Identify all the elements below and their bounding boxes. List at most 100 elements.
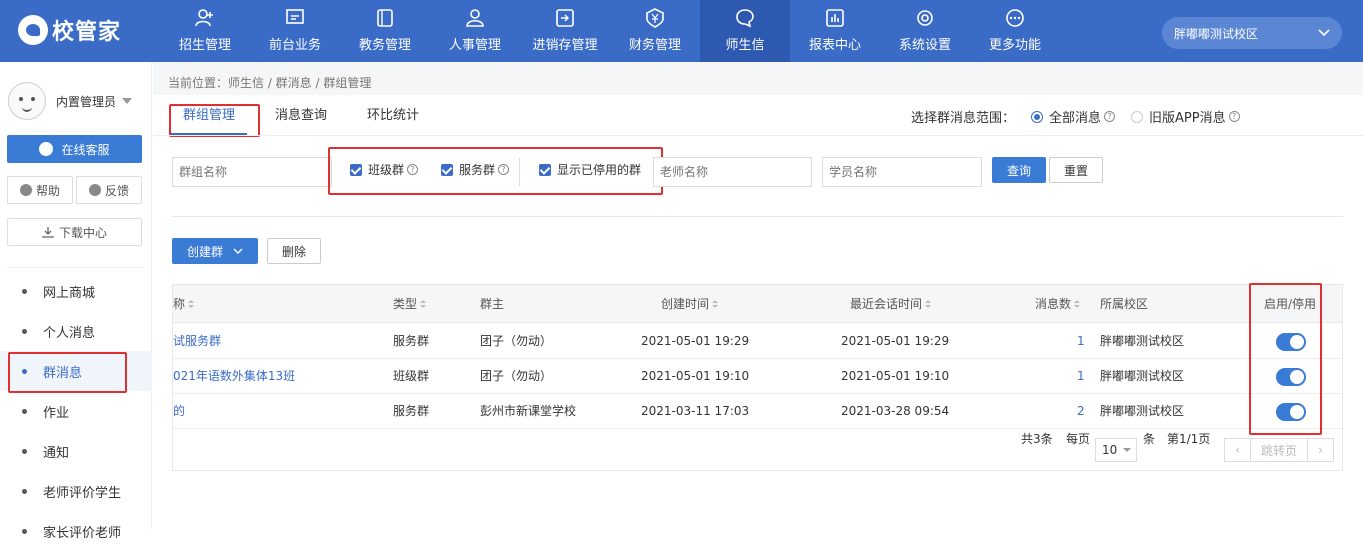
column-header-4[interactable]: 最近会话时间 <box>850 285 932 323</box>
teacher-name-input[interactable] <box>653 157 812 187</box>
radio-all-messages[interactable] <box>1031 110 1044 123</box>
chevron-down-icon <box>1318 29 1330 37</box>
column-header-1[interactable]: 类型 <box>393 285 427 323</box>
column-header-label: 最近会话时间 <box>850 297 923 311</box>
nav-item-2[interactable]: 教务管理 <box>340 0 430 62</box>
logo-mark-icon <box>18 15 48 45</box>
cell-last: 2021-05-01 19:29 <box>841 334 950 348</box>
create-group-button[interactable]: 创建群 <box>172 238 258 264</box>
feedback-label: 反馈 <box>104 183 129 198</box>
radio-old-app-messages[interactable] <box>1131 110 1144 123</box>
nav-item-label: 人事管理 <box>448 38 501 53</box>
sidebar-menu: 网上商城 个人消息 群消息 作业 通知 老师评价学生 家长评价老师 <box>0 271 152 551</box>
sidebar-item-label: 个人消息 <box>43 325 96 341</box>
feedback-button[interactable]: 反馈 <box>76 176 142 204</box>
create-group-label: 创建群 <box>186 244 223 259</box>
user-menu[interactable]: 内置管理员 <box>8 82 133 120</box>
column-header-5[interactable]: 消息数 <box>1035 285 1081 323</box>
cell-type: 服务群 <box>393 334 430 348</box>
message-scope: 选择群消息范围： 全部消息 ? 旧版APP消息 ? <box>911 107 1240 126</box>
nav-item-label: 更多功能 <box>988 38 1041 53</box>
nav-item-8[interactable]: 系统设置 <box>880 0 970 62</box>
sidebar-divider <box>7 267 142 268</box>
option-old-app-messages: 旧版APP消息 <box>1149 111 1226 126</box>
bullet-icon <box>22 328 27 334</box>
caret-down-icon <box>1123 448 1131 452</box>
cell-created: 2021-05-01 19:10 <box>641 369 750 383</box>
sort-icon <box>925 300 932 309</box>
column-header-2: 群主 <box>480 285 504 323</box>
cell-campus: 胖嘟嘟测试校区 <box>1100 404 1185 418</box>
yen-shield-icon <box>645 8 665 28</box>
next-page-icon[interactable]: › <box>1307 439 1333 461</box>
delete-button[interactable]: 删除 <box>267 238 321 264</box>
online-service-button[interactable]: 在线客服 <box>7 135 142 163</box>
nav-item-9[interactable]: 更多功能 <box>970 0 1060 62</box>
sidebar-item-6[interactable]: 家长评价老师 <box>0 511 152 551</box>
per-page-select[interactable]: 10 <box>1095 438 1137 462</box>
column-header-3[interactable]: 创建时间 <box>661 285 719 323</box>
cell-count[interactable]: 1 <box>1077 359 1089 394</box>
student-name-input[interactable] <box>822 157 982 187</box>
gear-icon <box>915 8 935 28</box>
cell-name[interactable]: 的 <box>173 394 343 429</box>
app-logo[interactable]: 校管家 <box>18 14 121 46</box>
nav-item-5[interactable]: 财务管理 <box>610 0 700 62</box>
sidebar-item-label: 通知 <box>43 445 70 461</box>
nav-item-label: 系统设置 <box>898 38 951 53</box>
group-name-input[interactable] <box>172 157 332 187</box>
cell-name[interactable]: 021年语数外集体13班 <box>173 359 343 394</box>
cell-last: 2021-03-28 09:54 <box>841 404 950 418</box>
tab-1[interactable]: 消息查询 <box>263 95 339 135</box>
cell-created: 2021-05-01 19:29 <box>641 334 750 348</box>
nav-item-4[interactable]: 进销存管理 <box>520 0 610 62</box>
pager-page: 第1/1页 <box>1167 432 1211 446</box>
reset-button[interactable]: 重置 <box>1049 157 1103 183</box>
column-header-label: 群主 <box>480 297 505 311</box>
query-button[interactable]: 查询 <box>992 157 1046 183</box>
cell-campus: 胖嘟嘟测试校区 <box>1100 334 1185 348</box>
nav-item-label: 师生信 <box>725 38 765 53</box>
cell-owner: 团子（勿动） <box>480 334 553 348</box>
help-icon <box>19 184 32 196</box>
tab-2[interactable]: 环比统计 <box>355 95 431 135</box>
sort-icon <box>420 300 427 309</box>
sort-icon <box>712 300 719 309</box>
top-nav-bar: 校管家 招生管理 前台业务 教务管理 人事管理 进销存管理 财务管理 师生信 报表中心 系统设置… <box>0 0 1363 62</box>
nav-item-1[interactable]: 前台业务 <box>250 0 340 62</box>
sidebar-item-4[interactable]: 通知 <box>0 431 152 471</box>
cell-count[interactable]: 2 <box>1077 394 1089 429</box>
nav-item-label: 报表中心 <box>808 38 861 53</box>
cell-count[interactable]: 1 <box>1077 324 1089 359</box>
nav-item-7[interactable]: 报表中心 <box>790 0 880 62</box>
sidebar-item-3[interactable]: 作业 <box>0 391 152 431</box>
sidebar-item-1[interactable]: 个人消息 <box>0 311 152 351</box>
sidebar-item-5[interactable]: 老师评价学生 <box>0 471 152 511</box>
download-center-button[interactable]: 下载中心 <box>7 218 142 246</box>
logo-text: 校管家 <box>52 20 122 45</box>
jump-page-label[interactable]: 跳转页 <box>1251 442 1307 459</box>
column-header-0[interactable]: 称 <box>173 285 195 323</box>
sidebar-item-0[interactable]: 网上商城 <box>0 271 152 311</box>
filter-divider <box>172 216 1343 217</box>
column-header-label: 类型 <box>393 297 418 311</box>
monitor-icon <box>285 8 305 28</box>
help-button[interactable]: 帮助 <box>7 176 73 204</box>
table-row: 021年语数外集体13班 班级群 团子（勿动） 2021-05-01 19:10 202… <box>173 359 1342 394</box>
nav-item-label: 进销存管理 <box>532 38 598 53</box>
online-service-label: 在线客服 <box>61 142 110 157</box>
nav-item-3[interactable]: 人事管理 <box>430 0 520 62</box>
highlight-box-filters <box>328 147 663 195</box>
cell-name[interactable]: 试服务群 <box>173 324 343 359</box>
prev-page-icon[interactable]: ‹ <box>1225 439 1251 461</box>
query-label: 查询 <box>1006 163 1031 178</box>
nav-item-6[interactable]: 师生信 <box>700 0 790 62</box>
campus-selector[interactable]: 胖嘟嘟测试校区 <box>1162 17 1342 49</box>
main-nav: 招生管理 前台业务 教务管理 人事管理 进销存管理 财务管理 师生信 报表中心 系统设置 更多功能 <box>160 0 1060 62</box>
cell-type: 服务群 <box>393 404 430 418</box>
caret-down-icon <box>122 98 133 104</box>
nav-item-0[interactable]: 招生管理 <box>160 0 250 62</box>
bullet-icon <box>22 488 27 494</box>
highlight-box-tab <box>169 104 260 137</box>
inventory-icon <box>555 8 575 28</box>
